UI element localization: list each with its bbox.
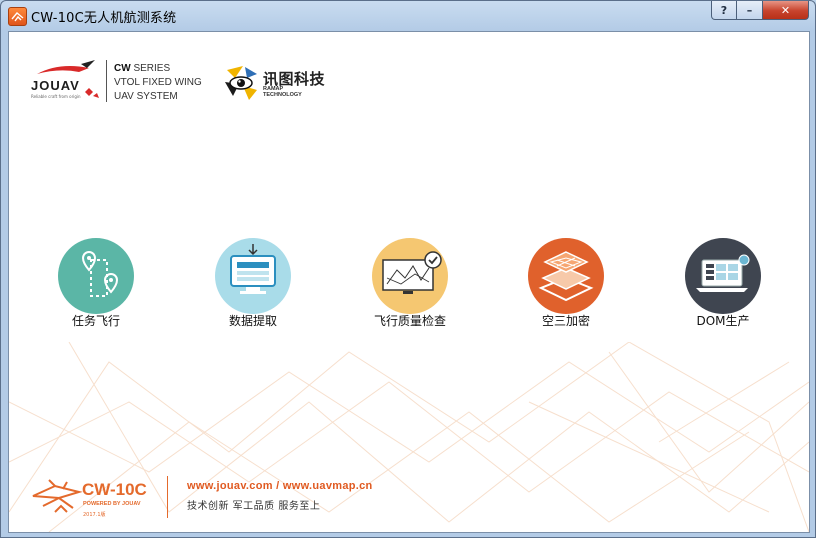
ramap-logo-icon xyxy=(225,66,257,100)
title-bar[interactable]: CW-10C无人机航测系统 ? – ✕ xyxy=(1,1,815,31)
version-text: 2017.1版 xyxy=(83,512,106,518)
route-pin-icon xyxy=(81,251,119,297)
aerial-triangulation-icon xyxy=(538,251,594,302)
module-label: 飞行质量检查 xyxy=(373,314,446,328)
module-label: 数据提取 xyxy=(228,314,277,328)
app-window: CW-10C无人机航测系统 ? – ✕ JOUAV Reliable craft… xyxy=(0,0,816,538)
module-mission-flight[interactable]: 任务飞行 xyxy=(31,238,161,334)
module-label: 任务飞行 xyxy=(71,314,120,328)
module-label: DOM生产 xyxy=(696,314,750,328)
website-links[interactable]: www.jouav.com / www.uavmap.cn xyxy=(187,480,373,492)
module-flight-quality-check[interactable]: 飞行质量检查 xyxy=(345,238,475,334)
cw-series-line2: VTOL FIXED WING xyxy=(114,77,202,88)
minimize-button[interactable]: – xyxy=(737,1,763,20)
help-button[interactable]: ? xyxy=(711,1,737,20)
module-aerial-triangulation[interactable]: 空三加密 xyxy=(501,238,631,334)
jouav-slogan: Reliable craft from origin xyxy=(31,94,81,99)
module-label: 空三加密 xyxy=(541,314,590,328)
company-slogan: 技术创新 军工品质 服务至上 xyxy=(187,501,321,512)
monitor-download-icon xyxy=(230,244,276,294)
close-button[interactable]: ✕ xyxy=(763,1,809,20)
product-name: CW-10C xyxy=(82,480,147,499)
footer-divider xyxy=(167,476,168,518)
ramap-en-line2: TECHNOLOGY xyxy=(263,92,302,98)
module-dom-production[interactable]: DOM生产 xyxy=(658,238,788,334)
cw10c-drone-logo-icon xyxy=(32,479,83,513)
cw-series-bold: CW xyxy=(114,63,131,74)
laptop-dom-icon xyxy=(696,254,750,292)
quality-check-icon xyxy=(382,251,442,294)
cw-series-text: CW SERIES VTOL FIXED WING UAV SYSTEM xyxy=(114,62,202,104)
logo-divider xyxy=(106,60,107,102)
cw-series-line3: UAV SYSTEM xyxy=(114,91,178,102)
window-title: CW-10C无人机航测系统 xyxy=(31,11,177,26)
client-area: JOUAV Reliable craft from origin CW SERI… xyxy=(8,31,810,533)
module-data-extract[interactable]: 数据提取 xyxy=(188,238,318,334)
app-logo-icon xyxy=(8,7,27,26)
ramap-name-en: RAMAP TECHNOLOGY xyxy=(263,86,302,98)
cw-series-rest: SERIES xyxy=(130,63,171,74)
jouav-brand: JOUAV xyxy=(31,78,80,93)
powered-by: POWERED BY JOUAV xyxy=(83,501,141,507)
